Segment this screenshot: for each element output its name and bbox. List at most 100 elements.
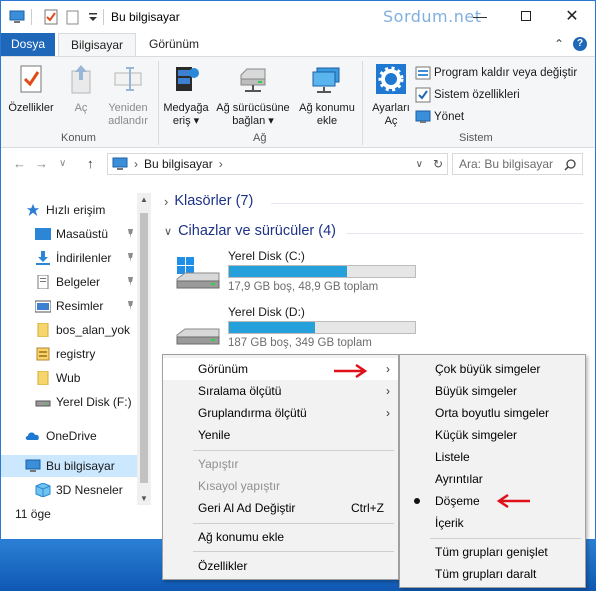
- tab-view[interactable]: Görünüm: [137, 33, 211, 57]
- menu-item-sort[interactable]: Sıralama ölçütü ›: [163, 380, 398, 402]
- scroll-up-icon[interactable]: ▲: [140, 195, 148, 204]
- tab-computer[interactable]: Bilgisayar: [58, 33, 137, 57]
- pin-icon[interactable]: [127, 277, 134, 286]
- nav-quick-access[interactable]: Hızlı erişim: [1, 199, 137, 221]
- open-settings-button[interactable]: Ayarları Aç: [365, 61, 417, 128]
- menu-item-refresh[interactable]: Yenile: [163, 424, 398, 446]
- nav-item-desktop[interactable]: Masaüstü: [1, 223, 137, 245]
- media-icon: [176, 67, 199, 91]
- breadcrumb-chevron-icon[interactable]: ›: [134, 157, 138, 171]
- section-title: Cihazlar ve sürücüler (4): [178, 223, 337, 239]
- breadcrumb[interactable]: Bu bilgisayar: [144, 157, 213, 171]
- menu-shortcut: Ctrl+Z: [351, 501, 384, 515]
- media-label-2: eriş ▾: [172, 115, 200, 127]
- title-bar: Bu bilgisayar Sordum.net — ✕: [1, 1, 595, 33]
- uninstall-program-button[interactable]: Program kaldır veya değiştir: [415, 65, 577, 81]
- tab-file[interactable]: Dosya: [1, 33, 55, 57]
- network-drive-icon: [240, 68, 266, 92]
- new-folder-quick-icon[interactable]: [65, 9, 81, 25]
- help-icon[interactable]: ?: [573, 37, 587, 51]
- menu-item-expand-groups[interactable]: Tüm grupları genişlet: [400, 541, 585, 563]
- pin-icon[interactable]: [127, 301, 134, 310]
- access-media-button[interactable]: Medyağa eriş ▾: [161, 61, 211, 128]
- minimize-button[interactable]: —: [457, 1, 503, 31]
- nav-this-pc[interactable]: Bu bilgisayar: [1, 455, 137, 477]
- system-group-label: Sistem: [459, 132, 493, 144]
- star-icon: [26, 203, 40, 217]
- up-button[interactable]: ↑: [87, 156, 94, 171]
- manage-button[interactable]: Yönet: [415, 109, 464, 125]
- address-bar[interactable]: › Bu bilgisayar › ∨ ↻: [107, 153, 448, 175]
- scrollbar-thumb[interactable]: [140, 213, 148, 483]
- navigation-pane: Hızlı erişim Masaüstü İndirilenler Belge…: [1, 193, 151, 505]
- menu-item-group[interactable]: Gruplandırma ölçütü ›: [163, 402, 398, 424]
- collapse-ribbon-icon[interactable]: ⌃: [554, 37, 564, 51]
- scroll-down-icon[interactable]: ▼: [140, 494, 148, 503]
- nav-item-folder[interactable]: bos_alan_yok: [1, 319, 137, 341]
- menu-item-medium-icons[interactable]: Orta boyutlu simgeler: [400, 402, 585, 424]
- drive-space-info: 17,9 GB boş, 48,9 GB toplam: [228, 281, 379, 293]
- menu-item-collapse-groups[interactable]: Tüm grupları daralt: [400, 563, 585, 585]
- menu-item-undo-rename[interactable]: Geri Al Ad Değiştir Ctrl+Z: [163, 497, 398, 519]
- menu-item-list[interactable]: Listele: [400, 446, 585, 468]
- drive-name: Yerel Disk (D:): [228, 305, 305, 319]
- nav-item-pictures[interactable]: Resimler: [1, 295, 137, 317]
- nav-item-registry[interactable]: registry: [1, 343, 137, 365]
- maximize-button[interactable]: [503, 1, 549, 31]
- breadcrumb-chevron-icon[interactable]: ›: [219, 157, 223, 171]
- manage-label: Yönet: [434, 111, 465, 123]
- menu-item-tiles[interactable]: Döşeme: [400, 490, 585, 512]
- navigation-bar: ← → ∨ ↑ › Bu bilgisayar › ∨ ↻ Ara: Bu bi…: [1, 149, 595, 179]
- submenu-arrow-icon: ›: [386, 406, 390, 420]
- menu-label: Döşeme: [435, 494, 480, 508]
- drive-name: Yerel Disk (C:): [228, 249, 305, 263]
- devices-section-header[interactable]: ∨ Cihazlar ve sürücüler (4): [164, 223, 336, 239]
- open-button[interactable]: Aç: [63, 61, 99, 115]
- nav-onedrive[interactable]: OneDrive: [1, 425, 137, 447]
- nav-3d-objects[interactable]: 3D Nesneler: [1, 479, 137, 501]
- forward-button[interactable]: →: [35, 156, 48, 171]
- menu-label: Listele: [435, 450, 470, 464]
- settings-label-1: Ayarları: [372, 102, 410, 114]
- folders-section-header[interactable]: › Klasörler (7): [164, 193, 253, 209]
- drive-space-info: 187 GB boş, 349 GB toplam: [228, 337, 372, 349]
- menu-item-properties[interactable]: Özellikler: [163, 555, 398, 577]
- system-properties-button[interactable]: Sistem özellikleri: [415, 87, 520, 103]
- drive-tile-c[interactable]: Yerel Disk (C:) 17,9 GB boş, 48,9 GB top…: [173, 249, 433, 295]
- menu-item-small-icons[interactable]: Küçük simgeler: [400, 424, 585, 446]
- windows-drive-icon: [176, 257, 220, 289]
- address-dropdown-icon[interactable]: ∨: [416, 159, 423, 170]
- add-network-location-button[interactable]: Ağ konumu ekle: [297, 61, 357, 128]
- menu-item-extra-large-icons[interactable]: Çok büyük simgeler: [400, 358, 585, 380]
- menu-item-content[interactable]: İçerik: [400, 512, 585, 534]
- drive-tile-d[interactable]: Yerel Disk (D:) 187 GB boş, 349 GB topla…: [173, 305, 433, 351]
- nav-item-downloads[interactable]: İndirilenler: [1, 247, 137, 269]
- nav-label: Wub: [56, 371, 81, 385]
- nav-item-drive-f[interactable]: Yerel Disk (F:): [1, 391, 137, 413]
- computer-icon: [9, 10, 25, 23]
- pin-icon[interactable]: [127, 229, 134, 238]
- menu-label: Küçük simgeler: [435, 428, 518, 442]
- map-network-drive-button[interactable]: Ağ sürücüsüne bağlan ▾: [213, 61, 293, 128]
- navigation-scrollbar[interactable]: ▲ ▼: [137, 193, 151, 505]
- recent-locations-button[interactable]: ∨: [59, 158, 66, 169]
- pin-icon[interactable]: [127, 253, 134, 262]
- nav-label: Resimler: [56, 299, 104, 313]
- menu-item-add-network-location[interactable]: Ağ konumu ekle: [163, 526, 398, 548]
- properties-button[interactable]: Özellikler: [7, 61, 55, 115]
- menu-item-paste[interactable]: Yapıştır: [163, 453, 398, 475]
- menu-item-details[interactable]: Ayrıntılar: [400, 468, 585, 490]
- search-input[interactable]: Ara: Bu bilgisayar: [452, 153, 583, 175]
- close-button[interactable]: ✕: [549, 1, 595, 31]
- nav-item-documents[interactable]: Belgeler: [1, 271, 137, 293]
- chevron-down-icon[interactable]: [85, 9, 101, 25]
- menu-item-large-icons[interactable]: Büyük simgeler: [400, 380, 585, 402]
- system-properties-icon: [415, 87, 431, 103]
- menu-item-paste-shortcut[interactable]: Kısayol yapıştır: [163, 475, 398, 497]
- refresh-icon[interactable]: ↻: [433, 157, 443, 171]
- ribbon-separator: [362, 61, 363, 145]
- properties-quick-icon[interactable]: [43, 9, 59, 25]
- nav-item-wub[interactable]: Wub: [1, 367, 137, 389]
- rename-button[interactable]: Yeniden adlandır: [103, 61, 153, 128]
- back-button[interactable]: ←: [13, 156, 26, 171]
